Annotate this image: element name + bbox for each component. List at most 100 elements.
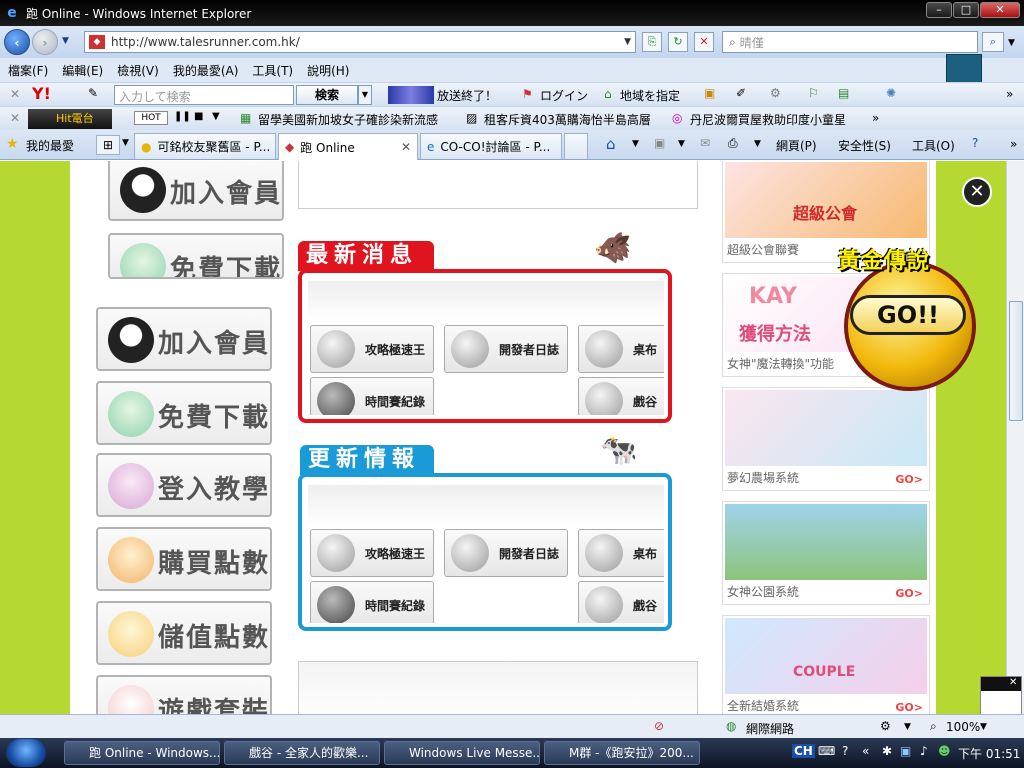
page-menu[interactable]: 網頁(P) xyxy=(776,137,817,154)
forward-button[interactable]: › xyxy=(32,29,58,55)
join-member-button[interactable]: 加入會員 xyxy=(108,161,284,221)
menu-edit[interactable]: 編輯(E) xyxy=(54,62,109,79)
menu-help[interactable]: 說明(H) xyxy=(299,62,355,79)
task-talesrunner[interactable]: 跑 Online - Windows... xyxy=(64,741,220,765)
stop-button[interactable]: ✕ xyxy=(694,32,714,52)
promo-go-button[interactable]: GO!! xyxy=(850,295,966,335)
update-btn-wallpaper[interactable]: 桌布 xyxy=(578,529,664,577)
news-btn-dev-log[interactable]: 開發者日誌 xyxy=(444,325,568,373)
yahoo-logo-icon[interactable]: Y! xyxy=(32,84,51,103)
quick-tabs-icon[interactable]: ⊞ xyxy=(96,135,120,155)
broadcast-thumbnail[interactable] xyxy=(388,86,434,104)
mail-icon[interactable]: ✉ xyxy=(700,136,710,150)
start-button[interactable] xyxy=(6,739,46,767)
tab-close-icon[interactable]: ✕ xyxy=(401,140,411,154)
favorites-button[interactable]: 我的最愛 xyxy=(26,137,74,154)
notes-icon[interactable]: ▤ xyxy=(838,86,849,100)
tray-expand-icon[interactable]: « xyxy=(862,744,869,758)
link-item-news-2[interactable]: 租客斥資403萬購海怡半島高層 xyxy=(484,111,651,128)
zoom-dropdown-icon[interactable]: ▼ xyxy=(980,722,987,732)
new-tab-button[interactable] xyxy=(564,133,588,159)
help-icon[interactable]: ? xyxy=(972,136,978,150)
tab-alumni[interactable]: ● 可銘校友聚舊區 - P... xyxy=(134,133,276,159)
card-wedding[interactable]: COUPLE 全新結婚系統 GO> xyxy=(722,615,930,714)
news-btn-wallpaper[interactable]: 桌布 xyxy=(578,325,664,373)
join-member-button[interactable]: 加入會員 xyxy=(96,307,272,371)
task-forum[interactable]: M群 -《跑安拉》200... xyxy=(544,741,700,765)
print-dropdown-icon[interactable]: ▼ xyxy=(754,139,761,149)
card-goddess-park[interactable]: 女神公園系統 GO> xyxy=(722,501,930,605)
tab-coco[interactable]: e CO-CO!討論區 - P... xyxy=(420,133,562,159)
tab-list-icon[interactable]: ▼ xyxy=(122,138,129,148)
menu-tools[interactable]: 工具(T) xyxy=(244,62,299,79)
highlight-icon[interactable]: ✐ xyxy=(736,86,746,100)
game-pack-button[interactable]: 遊戲套裝 xyxy=(96,675,272,714)
pencil-icon[interactable]: ✎ xyxy=(88,86,98,100)
bookmark-icon[interactable]: ⚐ xyxy=(808,86,819,100)
settings-icon[interactable]: ✺ xyxy=(886,86,896,100)
messenger-tray-icon[interactable]: ☻ xyxy=(938,744,951,758)
popup-blocked-icon[interactable]: ⊘ xyxy=(654,719,664,733)
search-input[interactable]: ⌕ 晴僅 xyxy=(722,31,978,53)
radio-logo[interactable]: Hit電台903 xyxy=(28,109,112,145)
buy-points-button[interactable]: 購買點數 xyxy=(96,527,272,591)
zoom-level[interactable]: 100% xyxy=(946,720,980,734)
login-tutorial-button[interactable]: 登入教學 xyxy=(96,453,272,517)
card-go-link[interactable]: GO> xyxy=(895,473,923,486)
search-options-icon[interactable]: ▼ xyxy=(1008,38,1015,48)
yahoo-search-input[interactable]: 入力して検索 xyxy=(114,85,294,105)
tools-icon[interactable]: ⚙ xyxy=(770,86,781,100)
free-download-button[interactable]: 免費下載 xyxy=(108,233,284,279)
toolbar2-close-icon[interactable]: ✕ xyxy=(10,111,20,125)
card-go-link[interactable]: GO> xyxy=(895,701,923,714)
hot-badge[interactable]: HOT xyxy=(134,111,168,125)
task-gamania[interactable]: 戲谷 - 全家人的歡樂... xyxy=(224,741,380,765)
toolbar-close-icon[interactable]: ✕ xyxy=(10,87,20,101)
update-btn-dev-log[interactable]: 開發者日誌 xyxy=(444,529,568,577)
update-btn-speed-king[interactable]: 攻略極速王 xyxy=(310,529,434,577)
keyboard-icon[interactable]: ⌨ xyxy=(818,744,835,758)
card-go-link[interactable]: GO> xyxy=(895,587,923,600)
update-btn-time-record[interactable]: 時間賽紀錄 xyxy=(310,581,434,623)
tab-talesrunner[interactable]: ◆ 跑 Online ✕ xyxy=(278,133,418,160)
home-icon[interactable]: ⌂ xyxy=(606,135,616,153)
address-bar[interactable]: ◆ http://www.talesrunner.com.hk/ ▼ xyxy=(84,31,636,53)
menu-view[interactable]: 檢視(V) xyxy=(109,62,165,79)
news-btn-time-record[interactable]: 時間賽紀錄 xyxy=(310,377,434,415)
safety-menu[interactable]: 安全性(S) xyxy=(838,137,891,154)
toolbar-overflow-icon[interactable]: » xyxy=(1006,87,1013,101)
mini-popup[interactable]: ✕ xyxy=(980,676,1022,716)
scrollbar-thumb[interactable] xyxy=(1009,301,1023,421)
pause-icon[interactable]: ❚❚ xyxy=(174,111,191,122)
language-indicator[interactable]: CH xyxy=(792,744,815,758)
promo-close-button[interactable]: ✕ xyxy=(962,177,992,207)
free-download-button[interactable]: 免費下載 xyxy=(96,381,272,445)
scrollbar-track[interactable] xyxy=(1006,161,1024,714)
yahoo-item-region[interactable]: 地域を指定 xyxy=(620,87,680,104)
search-go-button[interactable]: ⌕ xyxy=(982,32,1004,52)
menu-file[interactable]: 檔案(F) xyxy=(0,62,54,79)
clock[interactable]: 下午 01:51 xyxy=(958,745,1020,762)
back-button[interactable]: ‹ xyxy=(4,29,30,55)
close-button[interactable]: ✕ xyxy=(980,2,1020,18)
filter-icon[interactable]: ▼ xyxy=(212,111,220,122)
task-messenger[interactable]: Windows Live Messe... xyxy=(384,741,540,765)
address-dropdown-icon[interactable]: ▼ xyxy=(624,37,631,47)
update-btn-gamania[interactable]: 戲谷 xyxy=(578,581,664,623)
clipboard-icon[interactable]: ▣ xyxy=(704,86,715,100)
yahoo-item-login[interactable]: ログイン xyxy=(540,87,588,104)
command-overflow-icon[interactable]: » xyxy=(1010,137,1017,151)
yahoo-item-broadcast[interactable]: 放送終了！ xyxy=(437,87,497,104)
refresh-button[interactable]: ↻ xyxy=(668,32,688,52)
tools-menu[interactable]: 工具(O) xyxy=(912,137,955,154)
volume-icon[interactable]: ♪ xyxy=(920,744,928,758)
home-dropdown-icon[interactable]: ▼ xyxy=(632,139,639,149)
protected-dropdown-icon[interactable]: ▼ xyxy=(904,722,911,732)
history-dropdown-icon[interactable]: ▼ xyxy=(62,36,69,46)
stop-icon[interactable]: ■ xyxy=(194,111,203,122)
link-item-news-1[interactable]: 留學美國新加坡女子確診染新流感 xyxy=(258,111,438,128)
print-icon[interactable]: ⎙ xyxy=(728,136,738,151)
yahoo-search-button[interactable]: 検索 xyxy=(296,85,358,105)
bluetooth-icon[interactable]: ✱ xyxy=(882,744,892,758)
news-btn-gamania[interactable]: 戲谷 xyxy=(578,377,664,415)
